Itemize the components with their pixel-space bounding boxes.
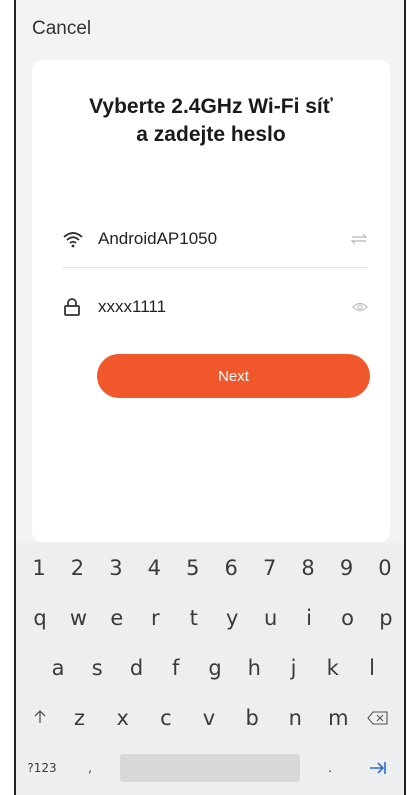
letter-key[interactable]: m <box>320 706 356 730</box>
comma-key[interactable]: , <box>72 761 108 775</box>
number-key[interactable]: 8 <box>289 556 327 580</box>
next-button[interactable]: Next <box>97 354 370 398</box>
letter-key[interactable]: s <box>79 656 115 680</box>
number-key[interactable]: 1 <box>20 556 58 580</box>
letter-key[interactable]: o <box>330 606 366 630</box>
letter-key[interactable]: p <box>368 606 404 630</box>
period-key[interactable]: . <box>312 761 348 775</box>
letter-key[interactable]: j <box>276 656 312 680</box>
number-key[interactable]: 7 <box>251 556 289 580</box>
backspace-key[interactable] <box>360 706 396 730</box>
symbols-key[interactable]: ?123 <box>24 761 60 775</box>
keyboard-row-2: asdfghjkl <box>16 643 404 693</box>
letter-key[interactable]: x <box>105 706 141 730</box>
letter-key[interactable]: k <box>315 656 351 680</box>
keyboard-row-1: qwertyuiop <box>16 593 404 643</box>
letter-key[interactable]: l <box>354 656 390 680</box>
eye-icon[interactable] <box>344 301 368 313</box>
letter-key[interactable]: t <box>176 606 212 630</box>
letter-key[interactable]: d <box>119 656 155 680</box>
letter-key[interactable]: a <box>40 656 76 680</box>
number-key[interactable]: 3 <box>97 556 135 580</box>
number-key[interactable]: 2 <box>58 556 96 580</box>
letter-key[interactable]: v <box>191 706 227 730</box>
wifi-icon <box>62 230 98 248</box>
password-value: xxxx1111 <box>98 297 167 316</box>
wifi-setup-card: Vyberte 2.4GHz Wi-Fi síť a zadejte heslo… <box>32 60 390 542</box>
letter-key[interactable]: g <box>197 656 233 680</box>
letter-key[interactable]: f <box>158 656 194 680</box>
soft-keyboard: 1234567890 qwertyuiop asdfghjkl zxcvbnm … <box>16 543 404 795</box>
password-field[interactable]: xxxx1111 <box>62 287 368 327</box>
page-title: Vyberte 2.4GHz Wi-Fi síť a zadejte heslo <box>32 93 390 149</box>
number-key[interactable]: 4 <box>135 556 173 580</box>
ssid-value: AndroidAP1050 <box>98 229 218 248</box>
number-key[interactable]: 5 <box>174 556 212 580</box>
letter-key[interactable]: q <box>22 606 58 630</box>
title-line-1: Vyberte 2.4GHz Wi-Fi síť <box>89 95 333 118</box>
letter-key[interactable]: r <box>137 606 173 630</box>
lock-icon <box>62 297 98 317</box>
letter-key[interactable]: z <box>62 706 98 730</box>
letter-key[interactable]: w <box>60 606 96 630</box>
number-key[interactable]: 6 <box>212 556 250 580</box>
phone-screen: Cancel Vyberte 2.4GHz Wi-Fi síť a zadejt… <box>14 0 406 795</box>
shift-key[interactable] <box>22 706 58 730</box>
number-key[interactable]: 0 <box>366 556 404 580</box>
letter-key[interactable]: u <box>253 606 289 630</box>
letter-key[interactable]: b <box>234 706 270 730</box>
ssid-field[interactable]: AndroidAP1050 <box>62 219 368 268</box>
tab-next-key[interactable] <box>360 756 396 780</box>
title-line-2: a zadejte heslo <box>136 123 286 146</box>
keyboard-letters-row-3: zxcvbnm <box>58 706 360 730</box>
space-key[interactable] <box>120 754 300 782</box>
letter-key[interactable]: n <box>277 706 313 730</box>
number-key[interactable]: 9 <box>328 556 366 580</box>
cancel-button[interactable]: Cancel <box>32 18 91 40</box>
letter-key[interactable]: y <box>214 606 250 630</box>
letter-key[interactable]: e <box>99 606 135 630</box>
keyboard-row-3: zxcvbnm <box>16 693 404 743</box>
letter-key[interactable]: i <box>291 606 327 630</box>
keyboard-bottom-row: ?123 , . <box>16 743 404 793</box>
letter-key[interactable]: c <box>148 706 184 730</box>
swap-icon[interactable] <box>344 233 368 245</box>
letter-key[interactable]: h <box>236 656 272 680</box>
keyboard-number-row: 1234567890 <box>16 543 404 593</box>
